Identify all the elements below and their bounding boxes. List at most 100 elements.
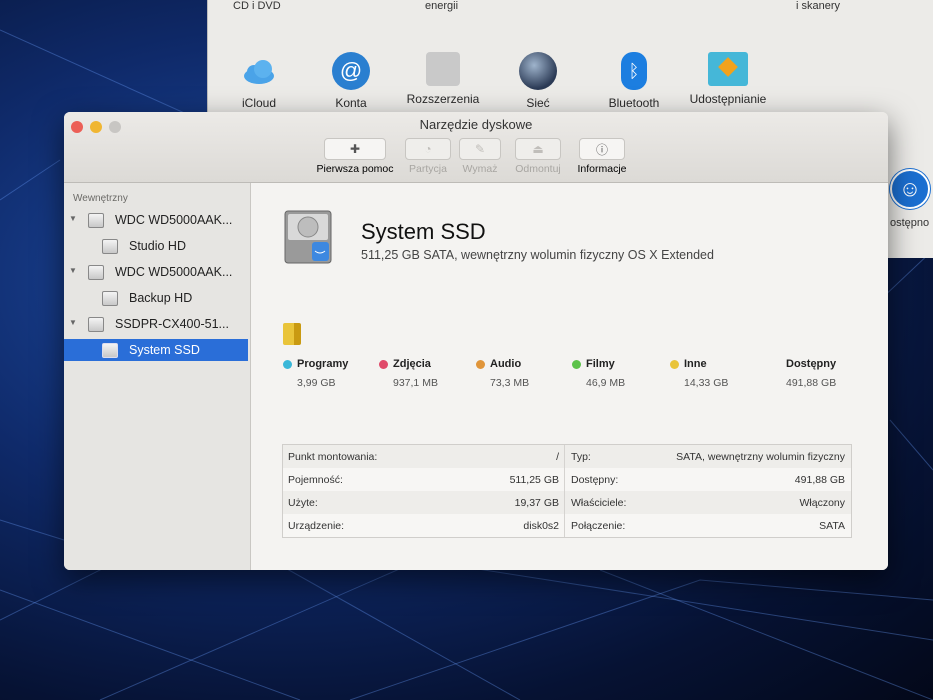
info-value: disk0s2	[523, 520, 559, 532]
pref-accounts-label: Konta	[335, 96, 367, 110]
info-key: Urządzenie:	[288, 520, 345, 532]
volume-name: System SSD	[361, 219, 486, 244]
usage-category-movies: Filmy 46,9 MB	[572, 358, 625, 389]
info-value: SATA, wewnętrzny wolumin fizyczny	[676, 451, 845, 463]
sidebar-item-wdc-2[interactable]: ▼ WDC WD5000AAK...	[64, 261, 248, 283]
info-value: SATA	[819, 520, 845, 532]
first-aid-label: Pierwsza pomoc	[316, 163, 394, 175]
first-aid-button[interactable]: ✚ Pierwsza pomoc	[312, 138, 398, 175]
pref-bluetooth[interactable]: ᛒ Bluetooth	[589, 52, 679, 110]
usage-category-available: Dostępny 491,88 GB	[786, 358, 836, 389]
sidebar-item-label: Studio HD	[129, 239, 186, 253]
info-key: Dostępny:	[571, 474, 619, 486]
audio-dot-icon	[476, 359, 485, 369]
disclosure-triangle-icon[interactable]: ▼	[69, 318, 77, 327]
usage-label: Audio	[490, 358, 522, 370]
at-icon: @	[332, 52, 370, 90]
usage-size: 14,33 GB	[684, 377, 729, 389]
unmount-label: Odmontuj	[515, 163, 561, 175]
icloud-icon	[240, 52, 278, 90]
pref-sharing-label: Udostępnianie	[689, 92, 767, 106]
partition-label: Partycja	[409, 163, 447, 175]
pref-label-energy[interactable]: energii	[425, 0, 458, 12]
usage-label: Inne	[684, 358, 707, 370]
movies-dot-icon	[572, 359, 581, 369]
info-value: 19,37 GB	[514, 497, 559, 509]
info-value: Włączony	[799, 497, 845, 509]
sidebar-item-label: SSDPR-CX400-51...	[115, 317, 229, 331]
bluetooth-icon: ᛒ	[621, 52, 647, 90]
hard-drive-icon	[88, 265, 104, 280]
volume-description: 511,25 GB SATA, wewnętrzny wolumin fizyc…	[361, 248, 714, 262]
other-dot-icon	[670, 359, 679, 369]
pref-sharing[interactable]: Udostępnianie	[683, 52, 773, 106]
sidebar-item-label: WDC WD5000AAK...	[115, 265, 233, 279]
sidebar-item-label: WDC WD5000AAK...	[115, 213, 233, 227]
usage-size: 491,88 GB	[786, 377, 837, 389]
info-key: Użyte:	[288, 497, 318, 509]
accessibility-icon: ☺	[890, 169, 930, 209]
info-key: Typ:	[571, 451, 591, 463]
usage-category-other: Inne 14,33 GB	[670, 358, 728, 389]
pref-network[interactable]: Sieć	[493, 52, 583, 110]
usage-label: Dostępny	[786, 358, 837, 370]
pref-bluetooth-label: Bluetooth	[608, 96, 660, 110]
puzzle-icon	[426, 52, 460, 86]
erase-button[interactable]: ✎ Wymaż	[458, 138, 502, 175]
usage-size: 46,9 MB	[586, 377, 626, 389]
disclosure-triangle-icon[interactable]: ▼	[69, 266, 77, 275]
info-row: Użyte: 19,37 GB Właściciele: Włączony	[283, 491, 851, 514]
pref-network-label: Sieć	[526, 96, 550, 110]
usage-label: Programy	[297, 358, 349, 370]
photos-dot-icon	[379, 359, 388, 369]
pref-accessibility-label: ostępno	[890, 217, 930, 229]
usage-category-apps: Programy 3,99 GB	[283, 358, 348, 389]
eject-icon: ⏏	[515, 138, 561, 160]
pref-label-cd-dvd[interactable]: CD i DVD	[233, 0, 281, 12]
unmount-button[interactable]: ⏏ Odmontuj	[509, 138, 567, 175]
pref-icloud-label: iCloud	[241, 96, 277, 110]
erase-icon: ✎	[459, 138, 501, 160]
sidebar-item-backup-hd[interactable]: Backup HD	[64, 287, 248, 309]
volume-icon	[102, 343, 118, 358]
finder-drive-icon	[284, 210, 332, 264]
partition-button[interactable]: ◔ Partycja	[402, 138, 454, 175]
info-row: Pojemność: 511,25 GB Dostępny: 491,88 GB	[283, 468, 851, 491]
info-row: Urządzenie: disk0s2 Połączenie: SATA	[283, 514, 851, 537]
apps-dot-icon	[283, 359, 292, 369]
sidebar-item-system-ssd[interactable]: System SSD	[64, 339, 248, 361]
sidebar-item-label: System SSD	[129, 343, 200, 357]
pref-icloud[interactable]: iCloud	[214, 52, 304, 110]
pref-accounts[interactable]: @ Konta	[306, 52, 396, 110]
sidebar-item-ssdpr[interactable]: ▼ SSDPR-CX400-51...	[64, 313, 248, 335]
pref-extensions[interactable]: Rozszerzenia	[398, 52, 488, 106]
window-toolbar: Narzędzie dyskowe ✚ Pierwsza pomoc ◔ Par…	[64, 112, 888, 183]
info-key: Połączenie:	[571, 520, 626, 532]
info-label: Informacje	[577, 163, 627, 175]
pref-extensions-label: Rozszerzenia	[406, 92, 480, 106]
info-icon: ⓘ	[579, 138, 625, 160]
pref-accessibility[interactable]: ☺ ostępno	[886, 165, 933, 260]
info-button[interactable]: ⓘ Informacje	[571, 138, 633, 175]
globe-icon	[519, 52, 557, 90]
disclosure-triangle-icon[interactable]: ▼	[69, 214, 77, 223]
info-value: 491,88 GB	[794, 474, 845, 486]
disk-utility-window: Narzędzie dyskowe ✚ Pierwsza pomoc ◔ Par…	[64, 112, 888, 570]
volume-details-pane: System SSD 511,25 GB SATA, wewnętrzny wo…	[251, 183, 888, 570]
volume-icon	[102, 291, 118, 306]
sidebar-section-internal: Wewnętrzny	[73, 193, 128, 204]
usage-size: 3,99 GB	[297, 377, 336, 389]
sidebar-item-studio-hd[interactable]: Studio HD	[64, 235, 248, 257]
info-key: Właściciele:	[571, 497, 627, 509]
pref-label-scanners[interactable]: i skanery	[796, 0, 840, 12]
sidebar-item-wdc-1[interactable]: ▼ WDC WD5000AAK...	[64, 209, 248, 231]
info-row: Punkt montowania: / Typ: SATA, wewnętrzn…	[283, 445, 851, 468]
info-key: Pojemność:	[288, 474, 343, 486]
info-key: Punkt montowania:	[288, 451, 378, 463]
usage-size: 73,3 MB	[490, 377, 530, 389]
usage-label: Filmy	[586, 358, 615, 370]
hard-drive-icon	[88, 317, 104, 332]
hard-drive-icon	[88, 213, 104, 228]
usage-bar	[283, 323, 301, 345]
usage-label: Zdjęcia	[393, 358, 431, 370]
